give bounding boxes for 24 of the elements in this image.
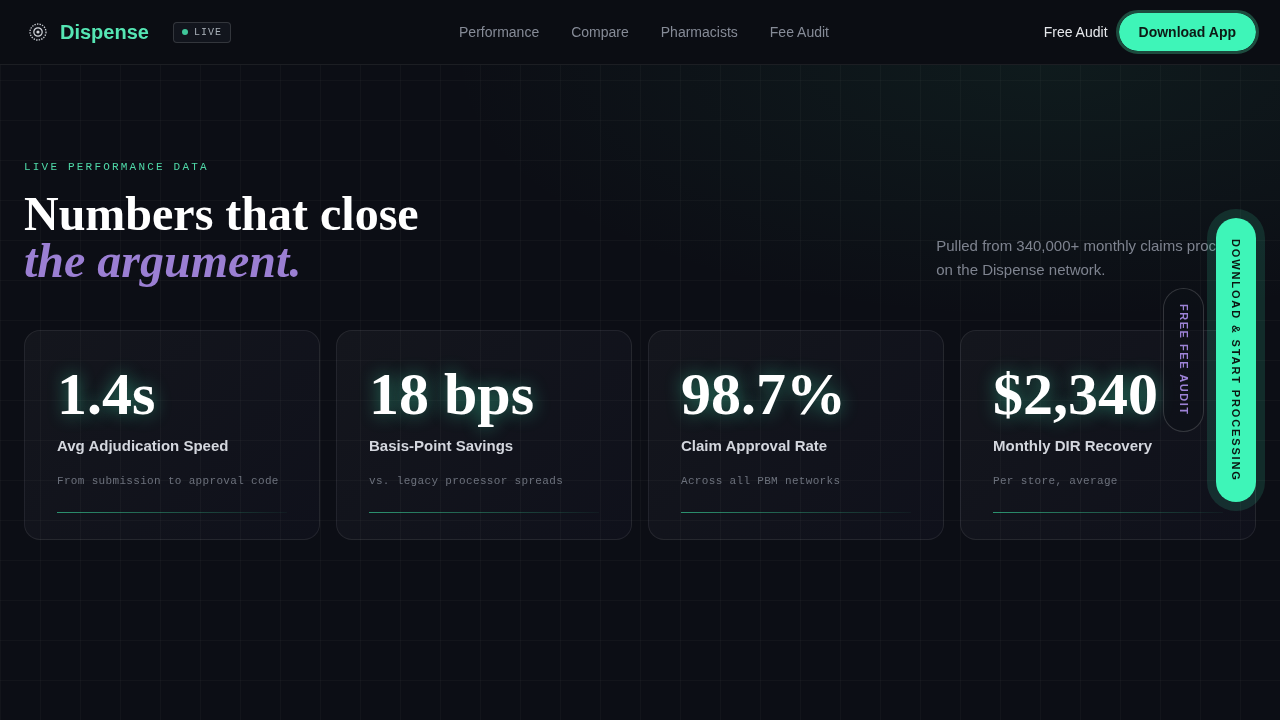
nav-link[interactable]: Performance [459, 21, 540, 43]
stat-label: Monthly DIR Recovery [993, 435, 1153, 456]
stat-label: Claim Approval Rate [681, 435, 828, 456]
section-eyebrow: LIVE PERFORMANCE DATA [24, 160, 209, 175]
stat-note: vs. legacy processor spreads [369, 474, 564, 489]
stat-note: Per store, average [993, 474, 1118, 489]
free-fee-audit-button[interactable]: FREE FEE AUDIT [1163, 288, 1204, 432]
stat-note: From submission to approval code [57, 474, 279, 489]
nav-link[interactable]: Fee Audit [769, 21, 829, 43]
stat-value: 1.4s [57, 361, 156, 426]
stat-value: 98.7% [681, 361, 846, 426]
download-app-button[interactable]: Download App [1115, 10, 1259, 54]
stat-note: Across all PBM networks [681, 474, 841, 489]
stat-value: $2,340 [993, 361, 1158, 426]
status-dot-icon [181, 29, 188, 35]
stat-label: Basis-Point Savings [369, 435, 514, 456]
nav-link[interactable]: Compare [571, 21, 629, 43]
stat-label: Avg Adjudication Speed [57, 435, 229, 456]
stat-value: 18 bps [369, 361, 535, 426]
live-label: LIVE [193, 25, 222, 40]
brand-name[interactable]: Dispense [60, 17, 149, 47]
nav-link[interactable]: Pharmacists [660, 21, 738, 43]
free-audit-link[interactable]: Free Audit [1043, 21, 1108, 43]
logo-icon [29, 23, 47, 41]
